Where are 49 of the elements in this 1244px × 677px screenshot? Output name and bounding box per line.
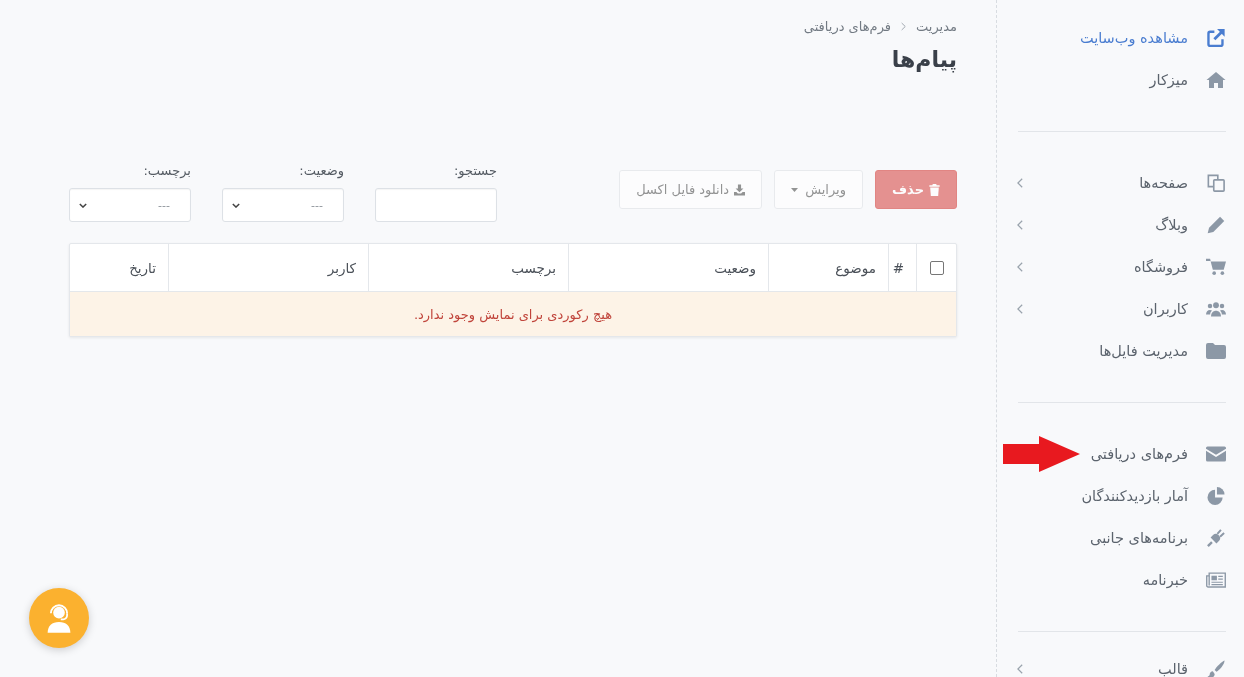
brush-icon (1206, 660, 1226, 677)
chevron-right-icon (901, 21, 907, 31)
sidebar-item[interactable]: صفحه‌ها (997, 162, 1244, 204)
page-title: پیام‌ها (890, 46, 957, 75)
sidebar-item[interactable]: برنامه‌های جانبی (997, 517, 1244, 559)
select-field[interactable]: --- (222, 188, 344, 222)
breadcrumb-link[interactable]: مدیریت (916, 18, 957, 34)
sidebar-item[interactable]: فروشگاه (997, 246, 1244, 288)
search-field[interactable] (375, 188, 497, 222)
users-icon (1206, 300, 1226, 318)
sidebar-item[interactable]: میزکار (997, 59, 1244, 101)
select-field[interactable]: --- (69, 188, 191, 222)
column-header: برچسب (368, 244, 568, 291)
sidebar-item[interactable]: وبلاگ (997, 204, 1244, 246)
newspaper-icon (1206, 571, 1226, 589)
folder-icon (1206, 342, 1226, 360)
sidebar-item[interactable]: مدیریت فایل‌ها (997, 330, 1244, 372)
column-header: # (888, 244, 916, 291)
pencil-icon (1206, 216, 1226, 234)
pie-chart-icon (1206, 487, 1226, 505)
headset-person-icon (47, 603, 71, 633)
sidebar-item[interactable]: آمار بازدیدکنندگان (997, 475, 1244, 517)
sidebar-item[interactable]: کاربران (997, 288, 1244, 330)
chevron-down-icon (232, 202, 240, 208)
download-icon (734, 183, 746, 196)
column-header: کاربر (168, 244, 368, 291)
external-link-icon (1206, 29, 1226, 47)
filter-label: برچسب: (142, 162, 191, 180)
sidebar-item[interactable]: مشاهده وب‌سایت (997, 17, 1244, 59)
empty-message: هیچ رکوردی برای نمایش وجود ندارد. (70, 292, 956, 336)
filter-label: جستجو: (452, 162, 497, 180)
breadcrumb-current: فرم‌های دریافتی (803, 18, 892, 34)
sidebar-item[interactable]: قالب (997, 648, 1244, 677)
chevron-down-icon (79, 202, 87, 208)
support-chat-button[interactable] (29, 588, 89, 648)
column-header: تاریخ (128, 258, 157, 279)
home-icon (1206, 71, 1226, 89)
filter-label: وضعیت: (298, 162, 344, 180)
plug-icon (1206, 529, 1226, 547)
trash-icon (929, 183, 940, 196)
column-header: موضوع (768, 244, 888, 291)
documents-icon (1206, 174, 1226, 192)
sidebar-item[interactable]: فرم‌های دریافتی (997, 433, 1244, 475)
column-header: وضعیت (568, 244, 768, 291)
cart-icon (1206, 258, 1226, 276)
envelope-icon (1206, 445, 1226, 463)
select-all-checkbox[interactable] (929, 260, 944, 275)
sidebar-item[interactable]: خبرنامه (997, 559, 1244, 601)
caret-down-icon (791, 187, 799, 192)
